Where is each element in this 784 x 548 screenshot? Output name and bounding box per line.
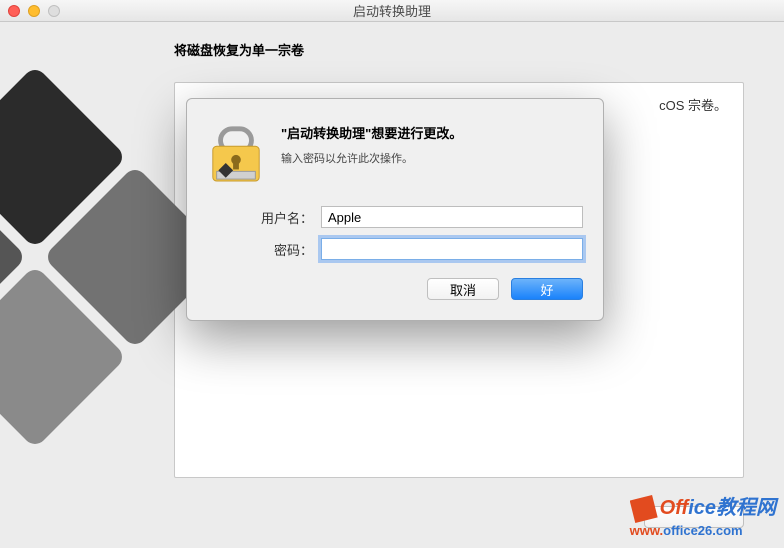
watermark-text: ice教程网	[688, 497, 776, 519]
watermark-text: Off	[660, 497, 689, 519]
page-heading: 将磁盘恢复为单一宗卷	[174, 40, 784, 59]
watermark: Office教程网 www.office26.com	[630, 491, 776, 538]
password-field[interactable]	[321, 238, 583, 260]
titlebar: 启动转换助理	[0, 0, 784, 22]
watermark-logo-icon	[630, 495, 658, 523]
panel-text-fragment: cOS 宗卷。	[659, 95, 727, 114]
main-area: 将磁盘恢复为单一宗卷 cOS 宗卷。	[0, 22, 784, 548]
watermark-url: office26.com	[663, 523, 742, 538]
auth-title: "启动转换助理"想要进行更改。	[281, 123, 583, 142]
auth-subtitle: 输入密码以允许此次操作。	[281, 150, 583, 166]
ok-button[interactable]: 好	[511, 278, 583, 300]
username-label: 用户名：	[237, 208, 313, 227]
password-label: 密码：	[237, 240, 313, 259]
window-title: 启动转换助理	[0, 1, 784, 20]
watermark-url: www.	[630, 523, 663, 538]
minimize-icon[interactable]	[28, 5, 40, 17]
username-field[interactable]	[321, 206, 583, 228]
zoom-icon	[48, 5, 60, 17]
close-icon[interactable]	[8, 5, 20, 17]
lock-icon	[207, 119, 265, 190]
cancel-button[interactable]: 取消	[427, 278, 499, 300]
traffic-lights	[8, 5, 60, 17]
auth-dialog: "启动转换助理"想要进行更改。 输入密码以允许此次操作。 用户名： 密码： 取消…	[186, 98, 604, 321]
